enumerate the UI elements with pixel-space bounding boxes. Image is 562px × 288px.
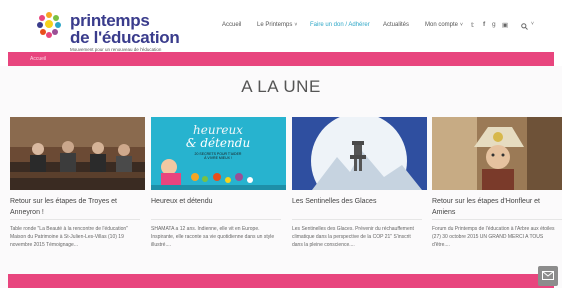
image-text-detendu: & détendu [186, 136, 250, 150]
nav-item-actualites[interactable]: Actualités [383, 22, 409, 28]
article-image[interactable] [292, 117, 427, 190]
search-icon[interactable] [521, 23, 528, 30]
article-image[interactable] [432, 117, 562, 190]
nav-item-accueil[interactable]: Accueil [222, 22, 241, 28]
mail-button[interactable] [538, 266, 558, 286]
article-excerpt: SHAMATA a 12 ans. Indienne, elle vit en … [151, 226, 275, 248]
nav-item-mon-compte-label: Mon compte [425, 22, 459, 28]
chevron-down-icon: ˅ [460, 22, 463, 28]
article-title[interactable]: Retour sur les étapes de Troyes et Anney… [10, 196, 140, 218]
article-excerpt: Les Sentinelles des Glaces. Prévenir du … [292, 226, 414, 248]
youtube-icon[interactable]: ▣ [502, 21, 508, 29]
logo-icon[interactable] [34, 10, 64, 42]
article-title[interactable]: Retour sur les étapes d'Honfleur et Amie… [432, 196, 562, 218]
logo-text[interactable]: printemps de l'éducation Mouvement pour … [70, 11, 180, 53]
article-title[interactable]: Heureux et détendu [151, 196, 281, 207]
facebook-icon[interactable]: f [483, 21, 485, 28]
twitter-icon[interactable]: 𝕥 [471, 21, 474, 29]
divider [292, 219, 422, 220]
nav-item-le-printemps[interactable]: Le Printemps ˅ [257, 22, 297, 28]
section-title: A LA UNE [241, 77, 321, 96]
article-excerpt: Forum du Printemps de l'éducation à l'Ar… [432, 226, 555, 248]
breadcrumb[interactable]: Accueil [30, 56, 46, 62]
article-excerpt: Table ronde "La Beauté à la rencontre de… [10, 226, 128, 248]
chevron-down-icon: ˅ [294, 22, 298, 28]
nav-item-mon-compte[interactable]: Mon compte ˅ [425, 22, 463, 28]
logo-line1: printemps [70, 11, 150, 30]
site-header: printemps de l'éducation Mouvement pour … [0, 0, 562, 52]
image-text-heureux: heureux [193, 123, 243, 137]
divider [10, 219, 140, 220]
image-text-vivre: À VIVRE MIEUX ! [204, 156, 232, 160]
divider [151, 219, 281, 220]
article-image[interactable]: heureux & détendu 20 SECRETS POUR T'AIDE… [151, 117, 286, 190]
footer-bar [8, 274, 554, 288]
article-title[interactable]: Les Sentinelles des Glaces [292, 196, 422, 207]
chevron-down-icon[interactable]: ˅ [531, 21, 534, 27]
breadcrumb-bar [8, 52, 554, 66]
envelope-icon [542, 271, 554, 280]
nav-item-le-printemps-label: Le Printemps [257, 22, 293, 28]
nav-item-faire-un-don[interactable]: Faire un don / Adhérer [310, 22, 370, 28]
article-image[interactable] [10, 117, 145, 190]
google-plus-icon[interactable]: g [492, 21, 496, 28]
divider [432, 219, 562, 220]
logo-line2: de l'éducation [70, 28, 180, 47]
